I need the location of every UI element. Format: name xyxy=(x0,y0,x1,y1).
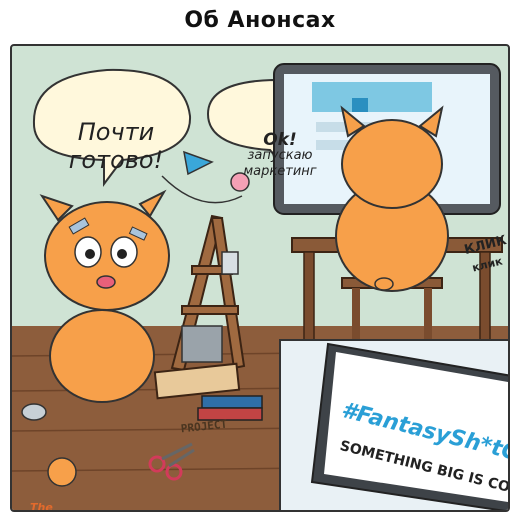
bubble-right-line1: Ok! xyxy=(263,130,297,150)
tape-roll xyxy=(21,403,47,421)
logo-cat-icon xyxy=(47,457,77,487)
bubble-right-line2: запускаю маркетинг xyxy=(243,148,317,179)
brand-logo-text: The Cheeky Cheeks xyxy=(30,501,53,512)
cat-at-desk xyxy=(335,105,449,292)
bubble-left-text: Почти готово! xyxy=(68,118,164,174)
comic-title: Об Анонсах xyxy=(184,8,336,33)
comic-panel: Почти готово! Ok! запускаю маркетинг КЛИ… xyxy=(10,44,510,512)
bunting xyxy=(161,175,243,204)
flag-icon xyxy=(183,150,214,176)
paint-bucket xyxy=(181,325,223,363)
bubble-right-text: Ok! запускаю маркетинг xyxy=(224,132,336,180)
books xyxy=(201,395,263,409)
cat-with-bandages xyxy=(39,189,170,403)
paint-can xyxy=(221,251,239,275)
